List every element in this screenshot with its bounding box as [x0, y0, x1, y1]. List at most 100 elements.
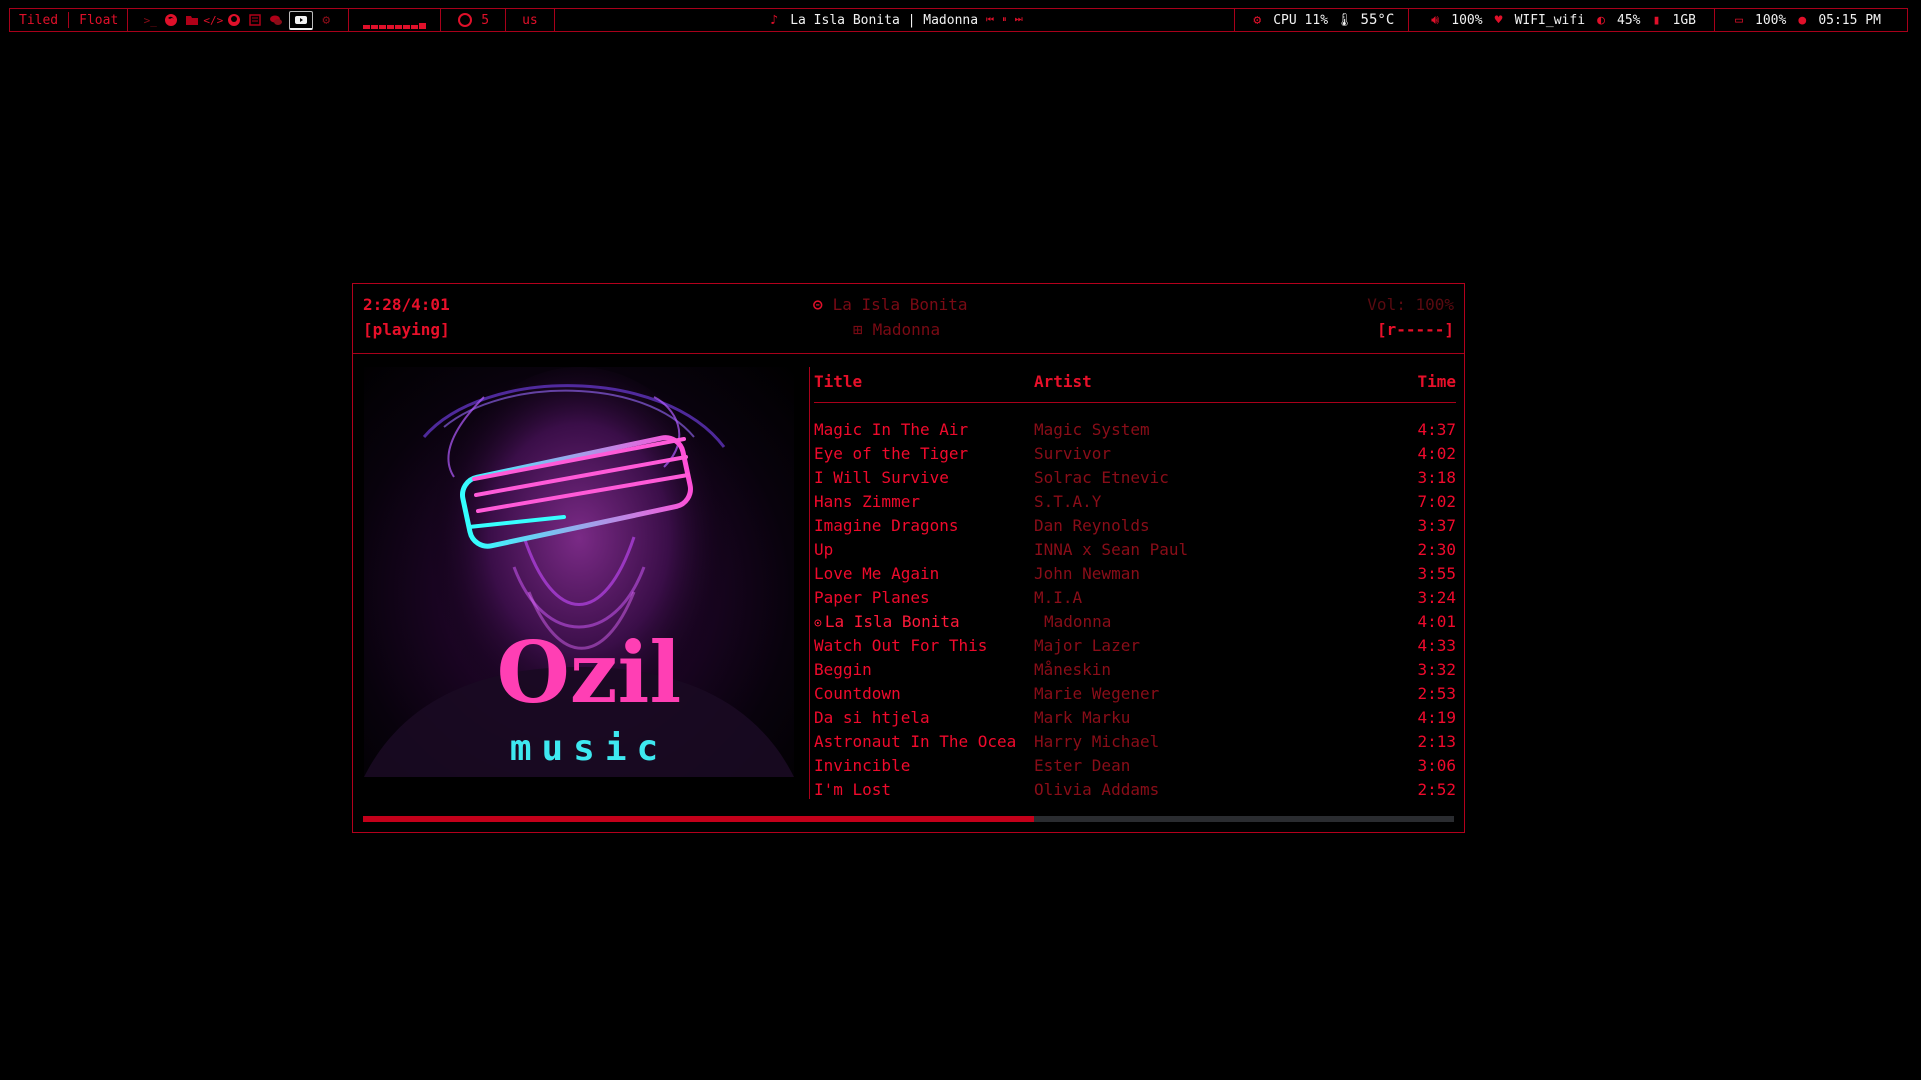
track-artist: Harry Michael [1034, 732, 1160, 751]
settings-icon[interactable]: ⚙ [318, 12, 334, 28]
track-artist: Magic System [1034, 420, 1150, 439]
next-track-icon[interactable]: ⏭ [1015, 15, 1023, 25]
track-duration: 4:37 [1417, 420, 1456, 439]
track-title-text: La Isla Bonita [824, 612, 960, 631]
track-title: Up [814, 540, 834, 559]
github-notifications[interactable]: 5 [441, 9, 507, 31]
terminal-icon[interactable]: >_ [142, 12, 158, 28]
playlist-row[interactable]: Countdown Marie Wegener 2:53 [814, 684, 1456, 708]
track-artist: Ester Dean [1034, 756, 1131, 775]
track-title: Da si htjela [814, 708, 930, 727]
track-duration: 3:37 [1417, 516, 1456, 535]
playlist-row[interactable]: Beggin Måneskin 3:32 [814, 660, 1456, 684]
column-time[interactable]: Time [1417, 372, 1456, 391]
column-title[interactable]: Title [814, 372, 862, 391]
track-title: Eye of the Tiger [814, 444, 969, 463]
playlist-row[interactable]: Magic In The Air Magic System 4:37 [814, 420, 1456, 444]
playlist-row[interactable]: Hans Zimmer S.T.A.Y 7:02 [814, 492, 1456, 516]
volume-icon[interactable]: 🔊︎ [1427, 12, 1443, 28]
elapsed-time: 2:28/4:01 [363, 295, 450, 314]
progress-bar[interactable] [363, 816, 1454, 822]
temperature: 55°C [1360, 12, 1395, 28]
album-cover: Ozil music [364, 367, 794, 777]
playlist-row[interactable]: Up INNA x Sean Paul 2:30 [814, 540, 1456, 564]
cover-subtitle: music [510, 728, 668, 769]
track-title: Watch Out For This [814, 636, 988, 655]
system-stats: ⚙ CPU 11% 🌡︎ 55°C [1235, 9, 1410, 31]
track-duration: 4:19 [1417, 708, 1456, 727]
clock-icon: ● [1798, 12, 1807, 28]
track-artist: Major Lazer [1034, 636, 1140, 655]
playlist-row[interactable]: I'm Lost Olivia Addams 2:52 [814, 780, 1456, 804]
playlist-row[interactable]: Invincible Ester Dean 3:06 [814, 756, 1456, 780]
github-icon [457, 12, 473, 28]
artist-icon: ⊞ [853, 320, 863, 339]
playlist-rows: Magic In The Air Magic System 4:37 Eye of t… [814, 420, 1456, 804]
track-title: Imagine Dragons [814, 516, 959, 535]
playlist-row[interactable]: Imagine Dragons Dan Reynolds 3:37 [814, 516, 1456, 540]
track-artist: John Newman [1034, 564, 1140, 583]
track-artist: Dan Reynolds [1034, 516, 1150, 535]
battery-clock: ▭ 100% ● 05:15 PM [1715, 9, 1907, 31]
keyboard-layout[interactable]: us [506, 9, 555, 31]
keyboard-label: us [522, 12, 538, 28]
album-art-illustration: Ozil music [364, 367, 794, 777]
track-duration: 2:53 [1417, 684, 1456, 703]
firefox-icon[interactable] [163, 12, 179, 28]
track-artist: S.T.A.Y [1034, 492, 1102, 511]
playlist-row[interactable]: Love Me Again John Newman 3:55 [814, 564, 1456, 588]
track-duration: 7:02 [1417, 492, 1456, 511]
volume-display: Vol: 100% [1367, 295, 1454, 314]
folder-icon[interactable] [184, 12, 200, 28]
track-duration: 2:30 [1417, 540, 1456, 559]
chat-icon[interactable] [268, 12, 284, 28]
track-duration: 4:01 [1417, 612, 1456, 631]
notes-icon[interactable] [247, 12, 263, 28]
track-artist: Måneskin [1034, 660, 1112, 679]
brightness-icon[interactable]: ◐ [1593, 12, 1609, 28]
playback-state: [playing] [363, 320, 450, 339]
track-duration: 2:52 [1417, 780, 1456, 799]
volume-level: 100% [1451, 12, 1483, 28]
playlist: Title Artist Time Magic In The Air Magic … [814, 367, 1456, 799]
track-title: Countdown [814, 684, 901, 703]
layout-tiled[interactable]: Tiled [19, 13, 58, 28]
playlist-row[interactable]: Watch Out For This Major Lazer 4:33 [814, 636, 1456, 660]
media-workspace-active[interactable] [289, 10, 314, 30]
memory-icon: ▮ [1652, 12, 1661, 28]
prev-track-icon[interactable]: ⏮ [986, 15, 994, 25]
layout-switcher: Tiled Float [10, 9, 129, 31]
track-title: Magic In The Air [814, 420, 969, 439]
playlist-row[interactable]: I Will Survive Solrac Etnevic 3:18 [814, 468, 1456, 492]
playlist-row[interactable]: Astronaut In The Ocea Harry Michael 2:13 [814, 732, 1456, 756]
code-icon[interactable]: </> [203, 12, 223, 28]
track-artist: Olivia Addams [1034, 780, 1160, 799]
layout-float[interactable]: Float [79, 13, 118, 28]
wifi-name: WIFI_wifi [1514, 12, 1586, 28]
track-title: Love Me Again [814, 564, 940, 583]
playlist-row[interactable]: Eye of the Tiger Survivor 4:02 [814, 444, 1456, 468]
track-title: Invincible [814, 756, 911, 775]
playback-mode: [r-----] [1376, 320, 1454, 339]
playlist-row[interactable]: Paper Planes M.I.A 3:24 [814, 588, 1456, 612]
track-title: Hans Zimmer [814, 492, 920, 511]
current-song: ⊝ La Isla Bonita [813, 295, 968, 314]
playlist-row[interactable]: Da si htjela Mark Marku 4:19 [814, 708, 1456, 732]
track-artist: INNA x Sean Paul [1034, 540, 1189, 559]
track-artist: Madonna [1044, 612, 1112, 631]
track-duration: 3:06 [1417, 756, 1456, 775]
wifi-icon[interactable]: ♥ [1491, 12, 1507, 28]
cpu-icon: ⚙ [1253, 12, 1262, 28]
track-artist: Marie Wegener [1034, 684, 1160, 703]
playlist-row-current[interactable]: ⊙ La Isla Bonita Madonna 4:01 [814, 612, 1456, 636]
cpu-usage: CPU 11% [1273, 12, 1329, 28]
music-player-window: 2:28/4:01 [playing] ⊝ La Isla Bonita ⊞ M… [352, 283, 1465, 833]
column-artist[interactable]: Artist [1034, 372, 1092, 391]
github-count: 5 [481, 12, 490, 28]
track-title: Astronaut In The Ocea [814, 732, 1017, 751]
pause-icon[interactable]: ⏸ [1002, 15, 1007, 25]
memory-usage: 1GB [1672, 12, 1696, 28]
clock[interactable]: 05:15 PM [1818, 13, 1881, 28]
github-icon[interactable] [226, 12, 242, 28]
music-note-icon: ♪ [770, 12, 779, 28]
